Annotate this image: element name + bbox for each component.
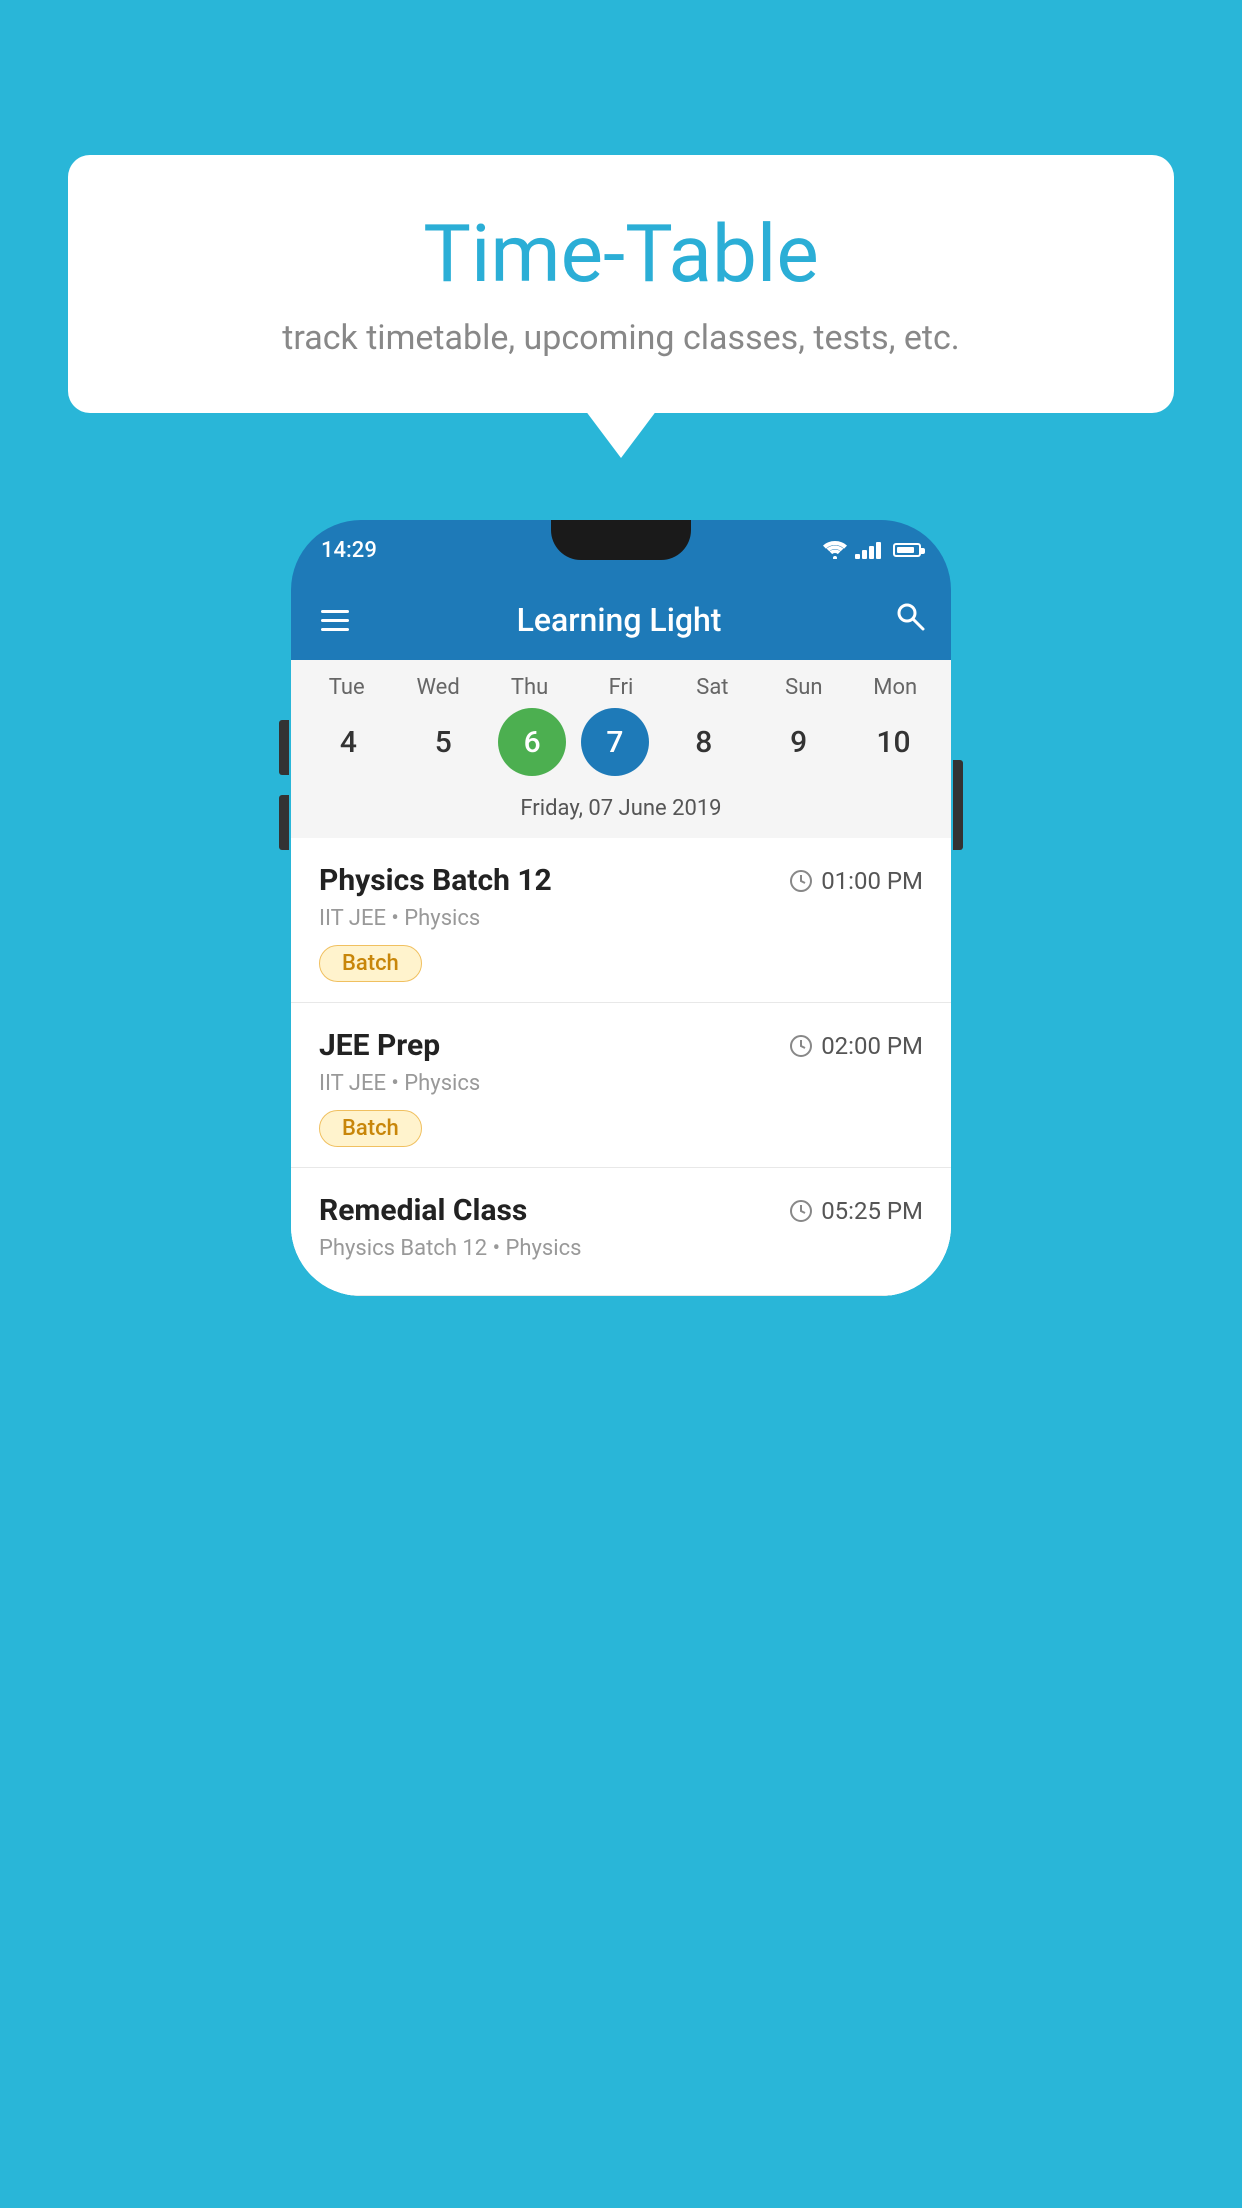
schedule-item-1-time: 01:00 PM — [789, 867, 923, 895]
signal-icon — [855, 541, 881, 559]
clock-icon-3 — [789, 1199, 813, 1223]
calendar-date-9[interactable]: 9 — [759, 708, 839, 776]
status-bar: 14:29 — [291, 520, 951, 580]
calendar-strip: Tue Wed Thu Fri Sat Sun Mon 4 5 6 7 8 9 … — [291, 660, 951, 838]
status-time: 14:29 — [321, 538, 377, 563]
wifi-icon — [823, 541, 847, 559]
phone-frame: 14:29 — [291, 520, 951, 1296]
phone-screen: Tue Wed Thu Fri Sat Sun Mon 4 5 6 7 8 9 … — [291, 660, 951, 1296]
schedule-item-1-tag: Batch — [319, 945, 422, 982]
schedule-item-2[interactable]: JEE Prep 02:00 PM IIT JEE • Physics Batc… — [291, 1003, 951, 1168]
hamburger-menu-button[interactable] — [316, 605, 354, 636]
bubble-title: Time-Table — [128, 210, 1114, 298]
clock-icon-2 — [789, 1034, 813, 1058]
schedule-item-2-title: JEE Prep — [319, 1028, 440, 1063]
schedule-item-1-title: Physics Batch 12 — [319, 863, 552, 898]
speech-bubble: Time-Table track timetable, upcoming cla… — [68, 155, 1174, 413]
schedule-item-3-title: Remedial Class — [319, 1193, 527, 1228]
search-icon — [894, 600, 926, 632]
bubble-subtitle: track timetable, upcoming classes, tests… — [128, 318, 1114, 358]
schedule-item-3[interactable]: Remedial Class 05:25 PM Physics Batch 12… — [291, 1168, 951, 1296]
speech-bubble-section: Time-Table track timetable, upcoming cla… — [68, 155, 1174, 413]
calendar-date-10[interactable]: 10 — [853, 708, 933, 776]
calendar-day-tue: Tue — [307, 675, 387, 700]
schedule-item-1-header: Physics Batch 12 01:00 PM — [319, 863, 923, 898]
calendar-day-sat: Sat — [672, 675, 752, 700]
schedule-item-2-subtitle: IIT JEE • Physics — [319, 1071, 923, 1096]
app-title: Learning Light — [364, 601, 874, 639]
schedule-item-3-time: 05:25 PM — [789, 1197, 923, 1225]
calendar-date-4[interactable]: 4 — [308, 708, 388, 776]
schedule-item-3-subtitle: Physics Batch 12 • Physics — [319, 1236, 923, 1261]
calendar-date-7-selected[interactable]: 7 — [581, 708, 649, 776]
hamburger-line-1 — [321, 610, 349, 613]
schedule-item-2-header: JEE Prep 02:00 PM — [319, 1028, 923, 1063]
schedule-list: Physics Batch 12 01:00 PM IIT JEE • Phys… — [291, 838, 951, 1296]
schedule-item-1-subtitle: IIT JEE • Physics — [319, 906, 923, 931]
schedule-item-2-tag: Batch — [319, 1110, 422, 1147]
search-button[interactable] — [894, 600, 926, 640]
calendar-day-wed: Wed — [398, 675, 478, 700]
app-toolbar: Learning Light — [291, 580, 951, 660]
calendar-date-5[interactable]: 5 — [403, 708, 483, 776]
calendar-date-8[interactable]: 8 — [664, 708, 744, 776]
hamburger-line-2 — [321, 619, 349, 622]
calendar-day-sun: Sun — [764, 675, 844, 700]
clock-icon-1 — [789, 869, 813, 893]
calendar-day-thu: Thu — [490, 675, 570, 700]
schedule-item-1[interactable]: Physics Batch 12 01:00 PM IIT JEE • Phys… — [291, 838, 951, 1003]
schedule-item-3-header: Remedial Class 05:25 PM — [319, 1193, 923, 1228]
phone-mockup: 14:29 — [291, 520, 951, 1296]
status-icons — [823, 541, 921, 559]
calendar-day-fri: Fri — [581, 675, 661, 700]
calendar-dates-row: 4 5 6 7 8 9 10 — [291, 708, 951, 776]
calendar-date-6-today[interactable]: 6 — [498, 708, 566, 776]
hamburger-line-3 — [321, 628, 349, 631]
calendar-days-row: Tue Wed Thu Fri Sat Sun Mon — [291, 675, 951, 700]
calendar-day-mon: Mon — [855, 675, 935, 700]
battery-icon — [893, 543, 921, 557]
schedule-item-2-time: 02:00 PM — [789, 1032, 923, 1060]
selected-date-label: Friday, 07 June 2019 — [291, 788, 951, 833]
